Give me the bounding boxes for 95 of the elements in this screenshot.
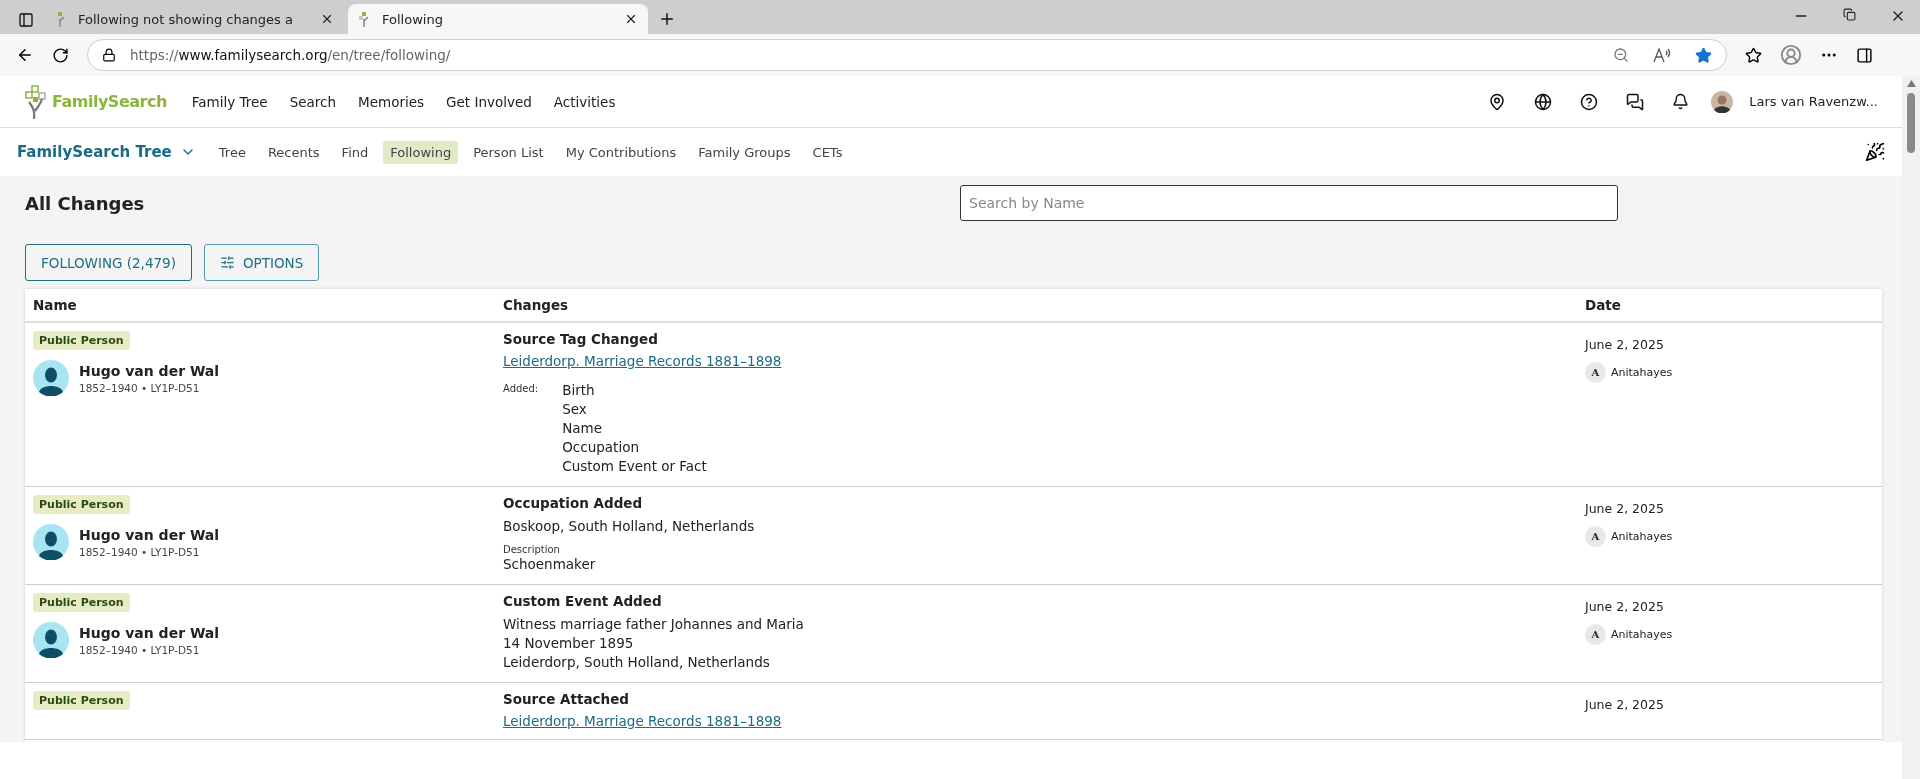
following-button[interactable]: FOLLOWING (2,479) (25, 244, 192, 281)
person-name[interactable]: Hugo van der Wal (79, 624, 220, 641)
subnav-tab[interactable]: Following (383, 140, 459, 164)
sidebar-icon[interactable] (18, 12, 34, 28)
person-dates-id: 1852–1940 • LY1P-D51 (79, 545, 201, 558)
source-link[interactable]: Leiderdorp. Marriage Records 1881–1898 (503, 713, 1569, 729)
added-label: Added: (503, 382, 539, 396)
contributor-name[interactable]: Anitahayes (1611, 366, 1673, 379)
change-date: June 2, 2025 (1585, 697, 1665, 712)
reload-icon[interactable] (52, 46, 69, 64)
added-item: Name (562, 419, 604, 438)
column-header: Date (1577, 289, 1882, 323)
column-header: Changes (495, 289, 1577, 323)
subnav-tab[interactable]: CETs (805, 140, 850, 164)
subnav-tab[interactable]: Find (334, 140, 376, 164)
subnav-tab[interactable]: Recents (260, 140, 327, 164)
added-item: Sex (562, 400, 588, 419)
nav-link[interactable]: Memories (355, 93, 428, 110)
tree-menu[interactable]: FamilySearch Tree (17, 143, 172, 161)
contributor-initial: A (1585, 362, 1606, 383)
options-button[interactable]: OPTIONS (203, 244, 320, 281)
globe-icon[interactable] (1534, 92, 1553, 111)
url-text: https://www.familysearch.org/en/tree/following/ (130, 47, 451, 63)
public-person-tag: Public Person (33, 593, 130, 612)
lock-icon (102, 48, 116, 62)
added-item: Custom Event or Fact (562, 457, 707, 476)
tree-favicon-icon (54, 11, 68, 27)
location-pin-icon[interactable] (1488, 92, 1507, 111)
detail-label: Description (503, 543, 561, 555)
source-link[interactable]: Leiderdorp. Marriage Records 1881–1898 (503, 353, 1569, 369)
public-person-tag: Public Person (33, 331, 130, 350)
favorite-star-icon[interactable] (1695, 46, 1712, 64)
change-detail: Boskoop, South Holland, Netherlands (503, 517, 756, 536)
contributor-name[interactable]: Anitahayes (1611, 628, 1673, 641)
sliders-icon (219, 255, 235, 270)
subnav-tab[interactable]: Family Groups (691, 140, 798, 164)
change-detail: Witness marriage father Johannes and Maria (503, 615, 805, 634)
change-title: Occupation Added (503, 495, 644, 511)
contributor-name[interactable]: Anitahayes (1611, 530, 1673, 543)
page-title: All Changes (25, 192, 146, 214)
added-item: Occupation (562, 438, 640, 457)
contributor-initial: A (1585, 526, 1606, 547)
scroll-up-icon[interactable] (1906, 80, 1916, 87)
zoom-out-icon[interactable] (1613, 47, 1629, 63)
person-avatar-icon (33, 524, 69, 560)
party-popper-icon[interactable] (1865, 142, 1885, 162)
tab-title: Following (382, 11, 444, 27)
detail-value: Schoenmaker (503, 555, 597, 574)
public-person-tag: Public Person (33, 691, 130, 710)
browser-tab[interactable]: Following not showing changes a (44, 4, 344, 34)
person-dates-id: 1852–1940 • LY1P-D51 (79, 381, 201, 394)
new-tab-icon[interactable] (658, 10, 676, 28)
browser-tab[interactable]: Following (348, 4, 648, 34)
contributor-initial: A (1585, 624, 1606, 645)
address-bar[interactable]: https://www.familysearch.org/en/tree/following/ (87, 39, 1727, 71)
change-date: June 2, 2025 (1585, 599, 1665, 614)
person-avatar-icon (33, 360, 69, 396)
favorites-icon[interactable] (1745, 46, 1762, 64)
person-name[interactable]: Hugo van der Wal (79, 526, 220, 543)
change-detail: Leiderdorp, South Holland, Netherlands (503, 653, 771, 672)
tab-title: Following not showing changes a (78, 11, 294, 27)
profile-icon[interactable] (1780, 44, 1802, 66)
read-aloud-icon[interactable] (1653, 47, 1671, 63)
person-dates-id: 1852–1940 • LY1P-D51 (79, 643, 201, 656)
sidebar-toggle-icon[interactable] (1856, 46, 1873, 64)
column-header: Name (25, 289, 495, 323)
nav-link[interactable]: Activities (550, 93, 619, 110)
subnav-tab[interactable]: My Contributions (558, 140, 684, 164)
change-title: Source Attached (503, 691, 631, 707)
change-detail: 14 November 1895 (503, 634, 635, 653)
subnav-tab[interactable]: Person List (466, 140, 551, 164)
close-icon[interactable] (320, 12, 334, 26)
back-icon[interactable] (16, 46, 34, 64)
change-date: June 2, 2025 (1585, 337, 1665, 352)
search-field[interactable]: Search by Name (960, 185, 1618, 221)
nav-link[interactable]: Get Involved (443, 93, 535, 110)
subnav-tab[interactable]: Tree (211, 140, 253, 164)
person-avatar-icon (33, 622, 69, 658)
change-title: Source Tag Changed (503, 331, 659, 347)
nav-link[interactable]: Search (286, 93, 340, 110)
scrollbar-thumb[interactable] (1907, 93, 1915, 153)
bell-icon[interactable] (1672, 93, 1690, 110)
user-avatar-icon[interactable] (1711, 90, 1734, 113)
change-title: Custom Event Added (503, 593, 663, 609)
close-icon[interactable] (624, 12, 638, 26)
user-name[interactable]: Lars van Ravenzw... (1749, 94, 1878, 109)
person-name[interactable]: Hugo van der Wal (79, 362, 220, 379)
added-item: Birth (562, 381, 596, 400)
public-person-tag: Public Person (33, 495, 130, 514)
nav-link[interactable]: Family Tree (188, 93, 271, 110)
tree-favicon-icon (358, 11, 372, 27)
messages-icon[interactable] (1626, 92, 1645, 111)
change-date: June 2, 2025 (1585, 501, 1665, 516)
restore-icon[interactable] (1843, 8, 1856, 21)
help-icon[interactable] (1580, 92, 1599, 111)
